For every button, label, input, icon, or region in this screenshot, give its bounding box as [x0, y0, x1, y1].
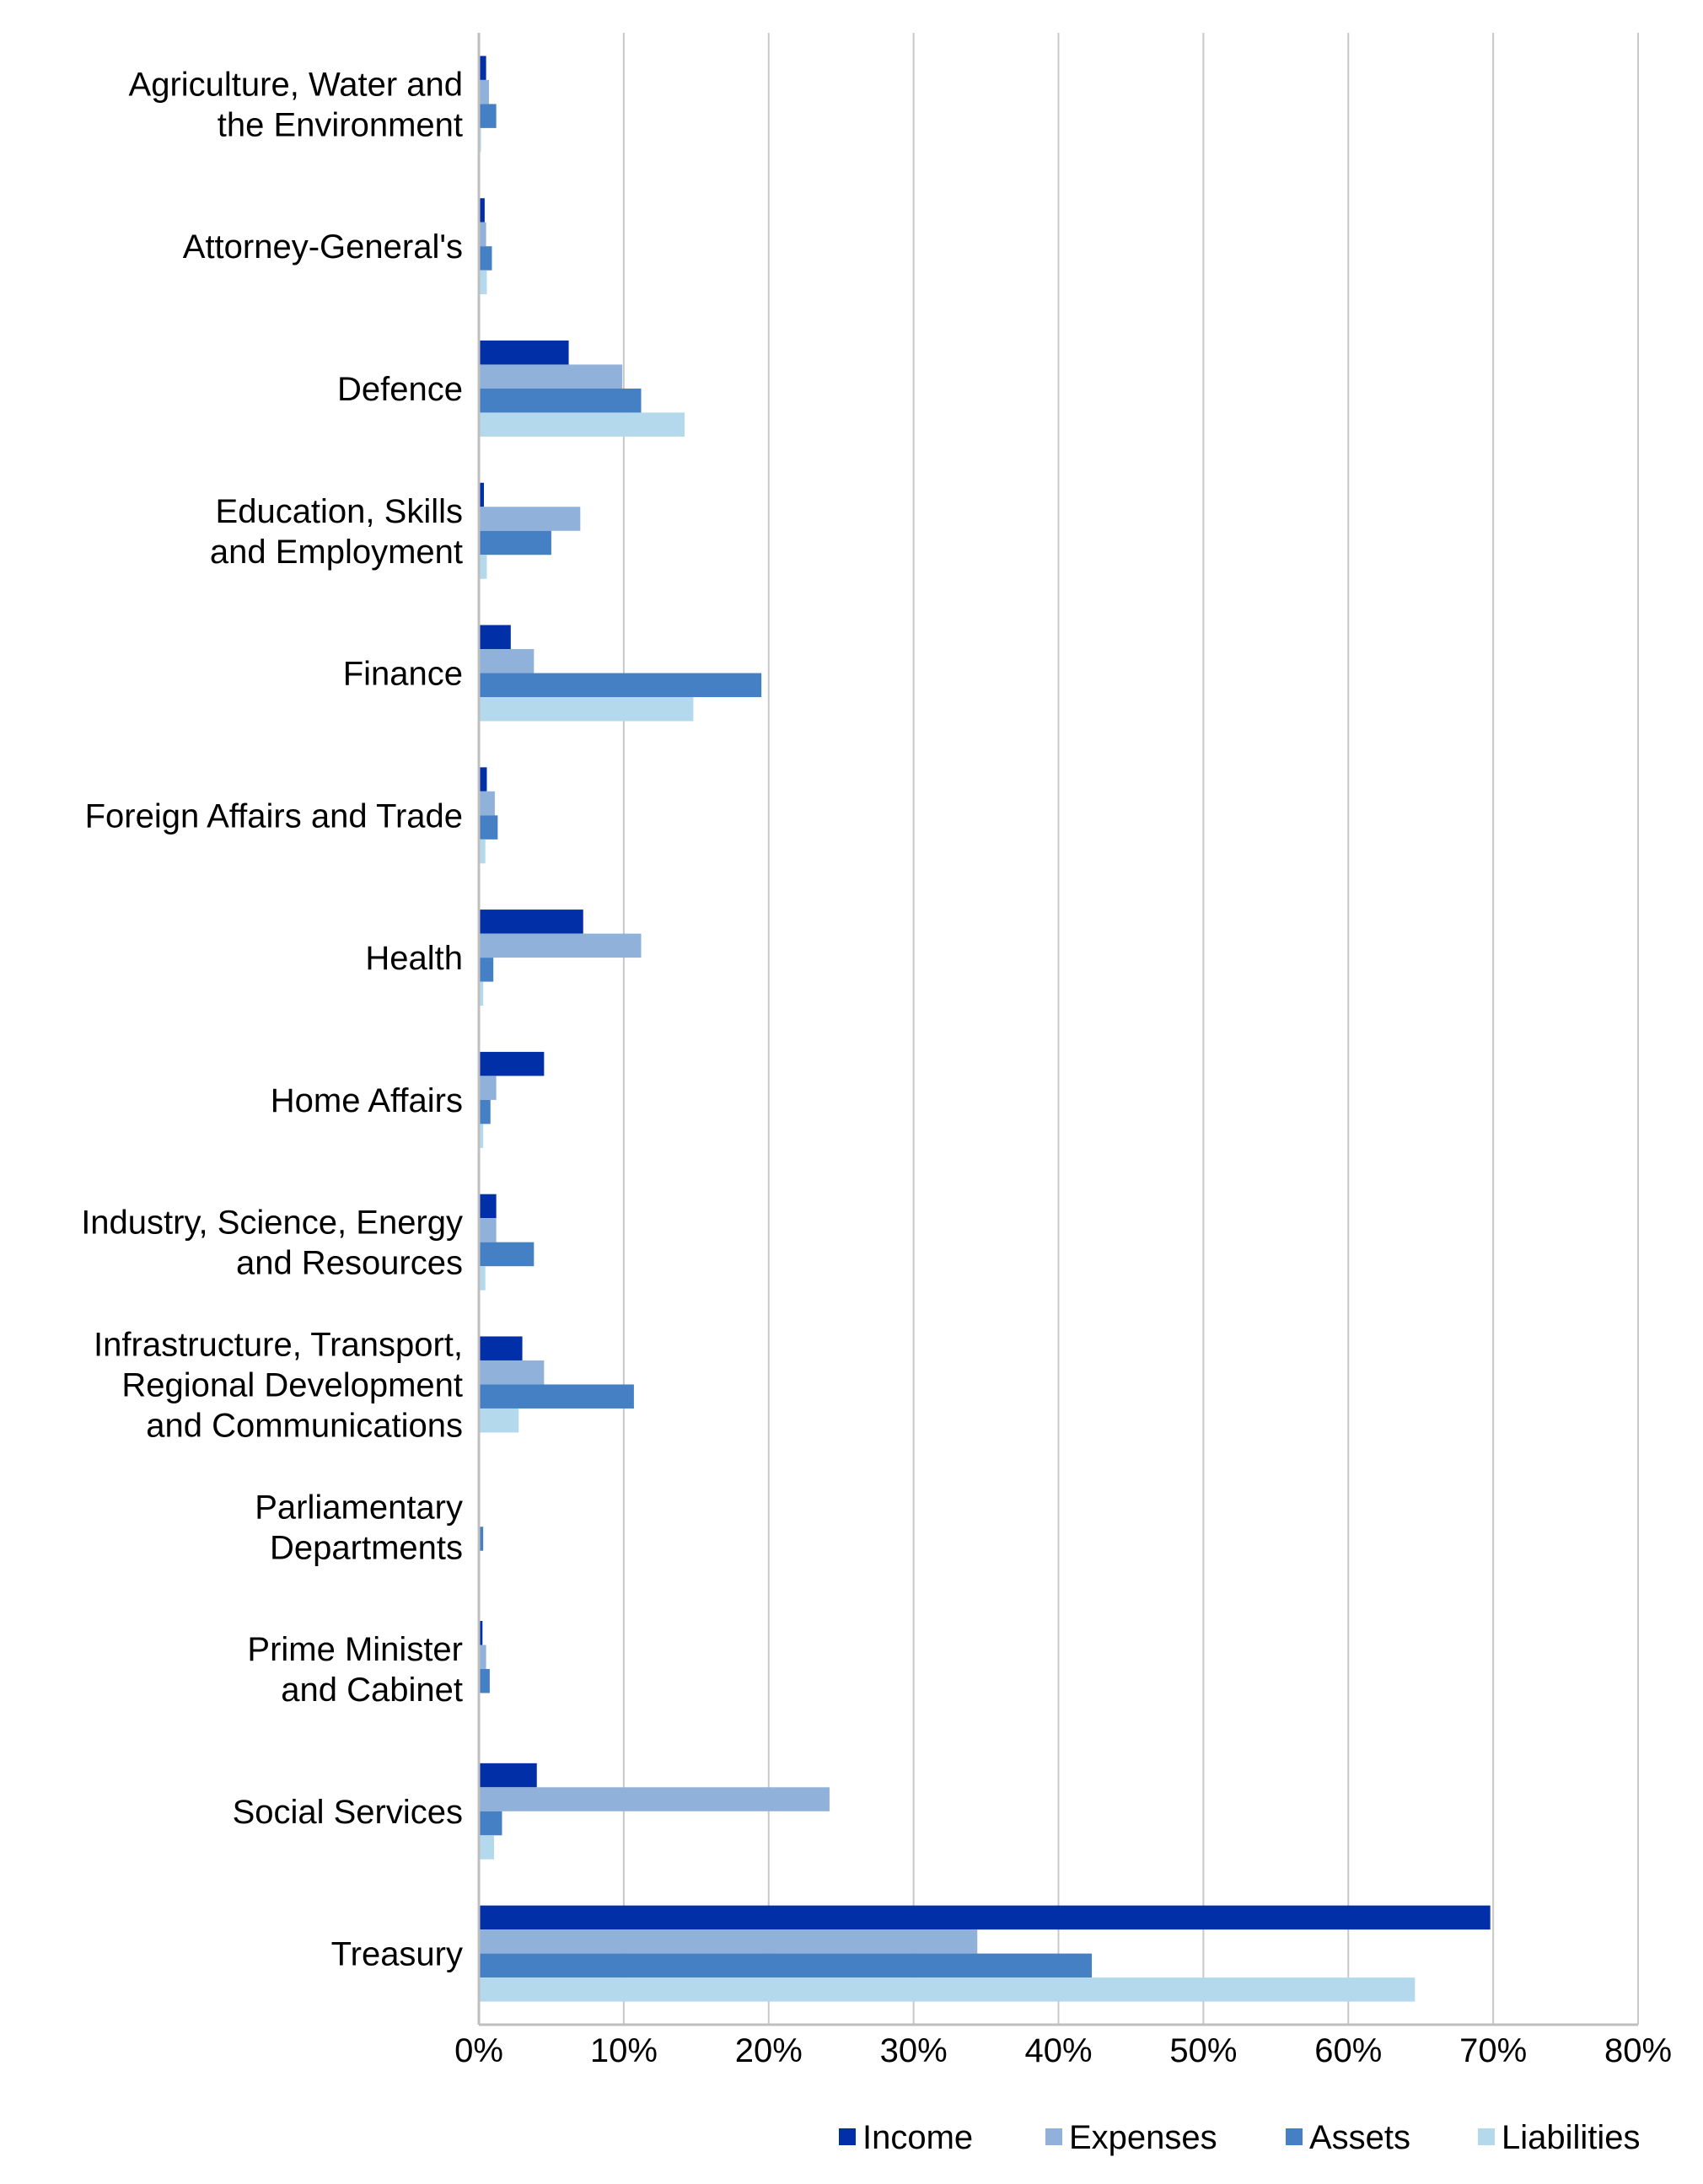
category-label-line: Health: [365, 940, 463, 977]
category-label-line: and Communications: [146, 1407, 463, 1444]
bar-income-6: [479, 910, 583, 934]
category-label-line: Education, Skills: [216, 493, 463, 530]
category-label: Treasury: [331, 1936, 463, 1973]
x-tick-label: 0%: [454, 2032, 503, 2069]
bar-assets-7: [479, 1099, 491, 1124]
bar-assets-11: [479, 1669, 490, 1693]
legend-label-assets: Assets: [1309, 2119, 1410, 2156]
category-label: Attorney-General's: [183, 228, 463, 266]
bar-expenses-2: [479, 364, 623, 389]
category-label-line: Industry, Science, Energy: [81, 1205, 463, 1242]
category-label: Education, Skills and Employment: [210, 493, 463, 571]
bar-expenses-8: [479, 1218, 497, 1242]
category-label-line: Prime Minister: [247, 1631, 463, 1668]
category-label: Parliamentary Departments: [255, 1489, 463, 1566]
x-tick-label: 50%: [1169, 2032, 1237, 2069]
bar-assets-6: [479, 958, 494, 982]
category-label-line: Social Services: [233, 1794, 463, 1831]
category-label-line: Finance: [343, 656, 463, 693]
bar-assets-12: [479, 1811, 502, 1836]
bar-expenses-3: [479, 507, 581, 531]
bar-expenses-13: [479, 1929, 978, 1954]
legend-swatch-liabilities: [1478, 2128, 1495, 2145]
bar-liabilities-4: [479, 697, 694, 722]
category-label-line: Home Affairs: [271, 1082, 463, 1119]
bar-expenses-5: [479, 791, 495, 816]
category-label: Defence: [337, 371, 463, 408]
x-tick-label: 30%: [880, 2032, 948, 2069]
bar-assets-4: [479, 673, 762, 698]
bar-assets-5: [479, 815, 498, 840]
bar-assets-1: [479, 246, 492, 271]
bar-liabilities-9: [479, 1408, 519, 1433]
category-labels: Agriculture, Water and the Environment Att…: [81, 66, 463, 1972]
bar-assets-8: [479, 1242, 535, 1267]
category-label-line: and Cabinet: [281, 1672, 463, 1709]
category-label-line: Attorney-General's: [183, 228, 463, 266]
bar-income-4: [479, 625, 511, 650]
category-label-line: Infrastructure, Transport,: [94, 1326, 463, 1363]
category-label-line: the Environment: [218, 106, 463, 143]
bar-income-12: [479, 1763, 537, 1788]
category-label-line: Foreign Affairs and Trade: [85, 797, 463, 834]
category-label-line: and Resources: [236, 1245, 463, 1282]
x-tick-label: 80%: [1604, 2032, 1672, 2069]
bar-expenses-6: [479, 933, 642, 958]
legend-label-income: Income: [862, 2119, 973, 2156]
category-label-line: Treasury: [331, 1936, 463, 1973]
category-label: Social Services: [233, 1794, 463, 1831]
category-label-line: Regional Development: [121, 1366, 463, 1403]
category-label: Prime Minister and Cabinet: [247, 1631, 463, 1709]
category-label-line: Defence: [337, 371, 463, 408]
bar-income-8: [479, 1194, 497, 1219]
x-tick-label: 70%: [1459, 2032, 1527, 2069]
category-label-line: and Employment: [210, 534, 463, 571]
x-tick-label: 40%: [1024, 2032, 1092, 2069]
x-tick-label: 20%: [735, 2032, 803, 2069]
category-label: Finance: [343, 656, 463, 693]
category-label: Infrastructure, Transport, Regional Devel…: [94, 1326, 463, 1444]
horizontal-bar-chart: Agriculture, Water and the Environment Att…: [81, 33, 1672, 2156]
category-label: Foreign Affairs and Trade: [85, 797, 463, 834]
bars: [479, 56, 1491, 2002]
bar-liabilities-12: [479, 1835, 495, 1859]
bar-liabilities-13: [479, 1977, 1416, 2002]
x-tick-labels: 0% 10% 20% 30% 40% 50% 60% 70% 80%: [454, 2032, 1672, 2069]
bar-income-2: [479, 340, 569, 365]
category-label-line: Agriculture, Water and: [129, 66, 463, 103]
legend: Income Expenses Assets Liabilities: [839, 2119, 1641, 2156]
bar-assets-2: [479, 388, 642, 413]
bar-expenses-7: [479, 1076, 497, 1100]
bar-liabilities-2: [479, 412, 685, 437]
bar-expenses-0: [479, 79, 490, 105]
category-label: Home Affairs: [271, 1082, 463, 1119]
bar-expenses-9: [479, 1360, 545, 1385]
category-label-line: Parliamentary: [255, 1489, 463, 1526]
x-tick-label: 60%: [1314, 2032, 1382, 2069]
legend-swatch-income: [839, 2128, 856, 2145]
bar-expenses-4: [479, 649, 535, 673]
legend-label-liabilities: Liabilities: [1502, 2119, 1641, 2156]
bar-assets-9: [479, 1384, 634, 1409]
bar-assets-13: [479, 1953, 1093, 1978]
legend-swatch-expenses: [1045, 2128, 1062, 2145]
category-label: Industry, Science, Energy and Resources: [81, 1205, 463, 1282]
bar-income-9: [479, 1336, 523, 1360]
bar-expenses-12: [479, 1787, 830, 1811]
category-label: Agriculture, Water and the Environment: [129, 66, 463, 143]
bar-assets-3: [479, 530, 551, 555]
legend-swatch-assets: [1286, 2128, 1303, 2145]
bar-assets-0: [479, 104, 497, 128]
legend-label-expenses: Expenses: [1069, 2119, 1217, 2156]
bar-income-7: [479, 1051, 545, 1076]
gridlines: [622, 33, 1639, 2025]
category-label-line: Departments: [270, 1529, 463, 1566]
category-label: Health: [365, 940, 463, 977]
bar-income-13: [479, 1905, 1491, 1930]
x-tick-label: 10%: [590, 2032, 658, 2069]
